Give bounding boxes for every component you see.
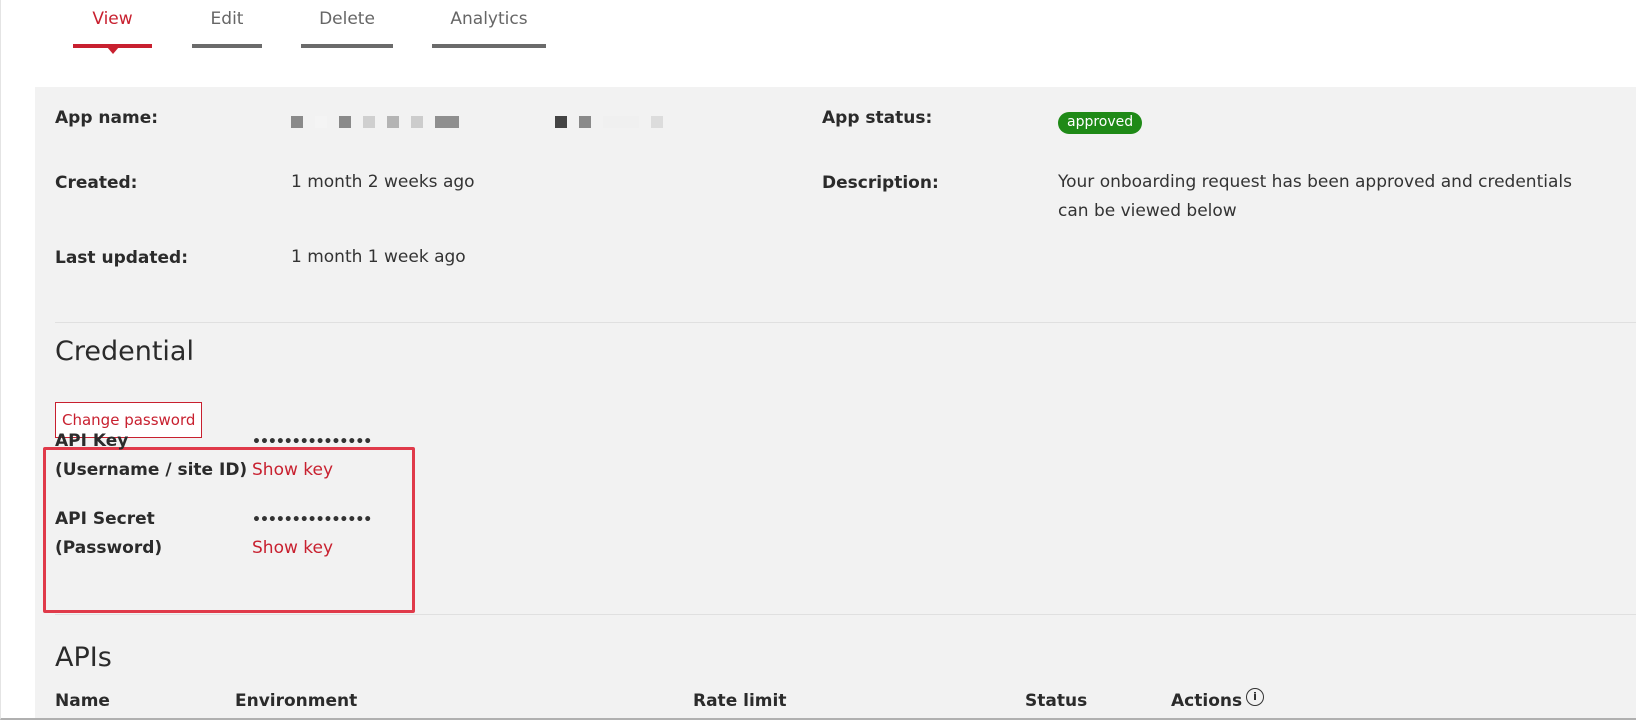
- api-secret-label: API Secret: [55, 509, 155, 529]
- app-name-value-redacted: [291, 116, 675, 128]
- tab-analytics[interactable]: Analytics: [432, 0, 546, 50]
- active-tab-caret-icon: [106, 47, 119, 54]
- column-header-actions: Actions: [1171, 691, 1243, 711]
- tab-edit-label: Edit: [210, 9, 244, 29]
- tab-analytics-underline: [432, 44, 546, 48]
- tab-view[interactable]: View: [73, 0, 152, 54]
- tab-analytics-label: Analytics: [450, 9, 528, 29]
- section-divider: [55, 322, 1636, 323]
- description-label: Description:: [822, 173, 939, 193]
- created-value: 1 month 2 weeks ago: [291, 172, 475, 192]
- credential-section-title: Credential: [55, 336, 194, 367]
- tab-delete-underline: [301, 44, 393, 48]
- column-header-rate-limit: Rate limit: [693, 691, 787, 711]
- column-header-name: Name: [55, 691, 110, 711]
- section-divider: [55, 614, 1636, 615]
- app-status-label: App status:: [822, 108, 933, 128]
- api-key-masked-value: •••••••••••••••: [252, 434, 372, 450]
- api-secret-show-key-link[interactable]: Show key: [252, 538, 333, 558]
- app-details-page: View Edit Delete Analytics App name: Cre…: [0, 0, 1636, 720]
- api-key-show-key-link[interactable]: Show key: [252, 460, 333, 480]
- api-key-label: API Key: [55, 431, 129, 451]
- api-secret-masked-value: •••••••••••••••: [252, 512, 372, 528]
- api-key-sublabel: (Username / site ID): [55, 460, 248, 480]
- tab-edit[interactable]: Edit: [192, 0, 262, 50]
- api-secret-sublabel: (Password): [55, 538, 163, 558]
- tab-delete[interactable]: Delete: [301, 0, 393, 50]
- tab-view-label: View: [92, 9, 133, 29]
- tab-edit-underline: [192, 44, 262, 48]
- column-header-environment: Environment: [235, 691, 358, 711]
- app-name-label: App name:: [55, 108, 159, 128]
- apis-section-title: APIs: [55, 642, 112, 673]
- tab-delete-label: Delete: [319, 9, 375, 29]
- last-updated-value: 1 month 1 week ago: [291, 247, 466, 267]
- details-panel: App name: Created: 1 month 2 weeks ago L…: [35, 87, 1636, 718]
- description-value: Your onboarding request has been approve…: [1058, 172, 1572, 221]
- tab-bar: View Edit Delete Analytics: [73, 0, 546, 86]
- info-icon[interactable]: i: [1246, 688, 1264, 706]
- column-header-status: Status: [1025, 691, 1088, 711]
- last-updated-label: Last updated:: [55, 248, 189, 268]
- status-badge: approved: [1058, 112, 1143, 134]
- created-label: Created:: [55, 173, 138, 193]
